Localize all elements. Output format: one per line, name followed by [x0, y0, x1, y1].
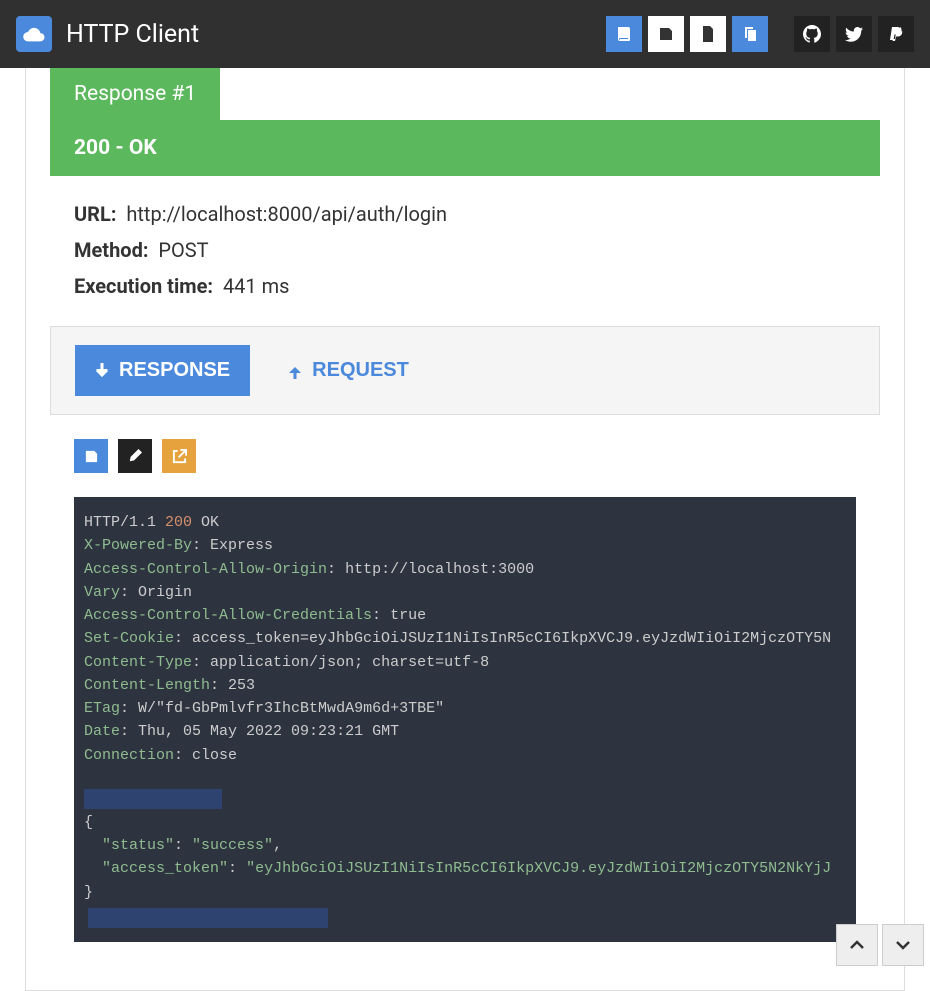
- url-value: http://localhost:8000/api/auth/login: [126, 202, 447, 226]
- arrow-down-icon: [95, 363, 109, 379]
- header-value: Thu, 05 May 2022 09:23:21 GMT: [138, 723, 399, 740]
- brand[interactable]: HTTP Client: [16, 16, 199, 52]
- scroll-down-button[interactable]: [882, 924, 924, 966]
- header-key: X-Powered-By: [84, 537, 192, 554]
- scroll-up-button[interactable]: [836, 924, 878, 966]
- exec-label: Execution time:: [74, 274, 213, 298]
- tab-response[interactable]: RESPONSE: [75, 345, 250, 396]
- response-details: URL: http://localhost:8000/api/auth/logi…: [50, 176, 880, 326]
- header-key: Content-Type: [84, 654, 192, 671]
- main-panel: Response #1 200 - OK URL: http://localho…: [25, 68, 905, 991]
- header-value: application/json; charset=utf-8: [210, 654, 489, 671]
- edit-response-button[interactable]: [118, 439, 152, 473]
- tab-request[interactable]: REQUEST: [268, 345, 429, 396]
- exec-value: 441 ms: [223, 274, 290, 298]
- book-icon: [616, 26, 632, 42]
- pencil-icon: [128, 449, 142, 463]
- twitter-icon: [845, 27, 863, 42]
- detail-exec: Execution time: 441 ms: [74, 272, 856, 300]
- url-label: URL:: [74, 202, 116, 226]
- header-key: ETag: [84, 700, 120, 717]
- scroll-nav: [836, 924, 924, 966]
- file-button[interactable]: [690, 16, 726, 52]
- header-key: Set-Cookie: [84, 630, 174, 647]
- header-value: 253: [228, 677, 255, 694]
- header-value: true: [390, 607, 426, 624]
- header-key: Connection: [84, 747, 174, 764]
- header-value: close: [192, 747, 237, 764]
- header-key: Access-Control-Allow-Origin: [84, 561, 327, 578]
- header-row: Date: Thu, 05 May 2022 09:23:21 GMT: [84, 720, 846, 743]
- header-row: Content-Type: application/json; charset=…: [84, 651, 846, 674]
- selection-highlight: [84, 789, 222, 809]
- method-label: Method:: [74, 238, 148, 262]
- header-key: Vary: [84, 584, 120, 601]
- header-row: Access-Control-Allow-Credentials: true: [84, 604, 846, 627]
- copy-icon: [742, 26, 758, 42]
- header-key: Content-Length: [84, 677, 210, 694]
- cloud-icon: [16, 16, 52, 52]
- paypal-button[interactable]: [878, 16, 914, 52]
- header-key: Access-Control-Allow-Credentials: [84, 607, 372, 624]
- open-external-button[interactable]: [162, 439, 196, 473]
- github-icon: [803, 25, 821, 43]
- chevron-up-icon: [850, 940, 864, 950]
- header-row: Connection: close: [84, 744, 846, 767]
- tab-response-1[interactable]: Response #1: [50, 68, 220, 120]
- header-row: Content-Length: 253: [84, 674, 846, 697]
- save-button[interactable]: [648, 16, 684, 52]
- book-button[interactable]: [606, 16, 642, 52]
- navbar-actions: [606, 16, 914, 52]
- header-value: Origin: [138, 584, 192, 601]
- header-value: access_token=eyJhbGciOiJSUzI1NiIsInR5cCI…: [192, 630, 831, 647]
- arrow-up-icon: [288, 363, 302, 379]
- save-icon: [658, 26, 674, 42]
- header-row: Access-Control-Allow-Origin: http://loca…: [84, 558, 846, 581]
- copy-button[interactable]: [732, 16, 768, 52]
- chevron-down-icon: [896, 940, 910, 950]
- github-button[interactable]: [794, 16, 830, 52]
- save-response-button[interactable]: [74, 439, 108, 473]
- header-value: W/"fd-GbPmlvfr3IhcBtMwdA9m6d+3TBE": [138, 700, 444, 717]
- header-value: Express: [210, 537, 273, 554]
- paypal-icon: [889, 25, 903, 43]
- response-raw[interactable]: HTTP/1.1 200 OK X-Powered-By: ExpressAcc…: [74, 497, 856, 942]
- file-icon: [701, 26, 715, 42]
- navbar: HTTP Client: [0, 0, 930, 68]
- header-row: Vary: Origin: [84, 581, 846, 604]
- method-value: POST: [158, 238, 208, 262]
- twitter-button[interactable]: [836, 16, 872, 52]
- external-link-icon: [172, 449, 187, 464]
- header-row: X-Powered-By: Express: [84, 534, 846, 557]
- detail-method: Method: POST: [74, 236, 856, 264]
- subnav: RESPONSE REQUEST: [50, 326, 880, 415]
- header-key: Date: [84, 723, 120, 740]
- response-tabs: Response #1: [50, 68, 880, 120]
- selection-highlight: [88, 908, 328, 928]
- detail-url: URL: http://localhost:8000/api/auth/logi…: [74, 200, 856, 228]
- status-bar: 200 - OK: [50, 120, 880, 176]
- save-icon: [84, 449, 99, 464]
- code-actions: [50, 415, 880, 473]
- header-row: Set-Cookie: access_token=eyJhbGciOiJSUzI…: [84, 627, 846, 650]
- header-row: ETag: W/"fd-GbPmlvfr3IhcBtMwdA9m6d+3TBE": [84, 697, 846, 720]
- app-title: HTTP Client: [66, 20, 199, 49]
- header-value: http://localhost:3000: [345, 561, 534, 578]
